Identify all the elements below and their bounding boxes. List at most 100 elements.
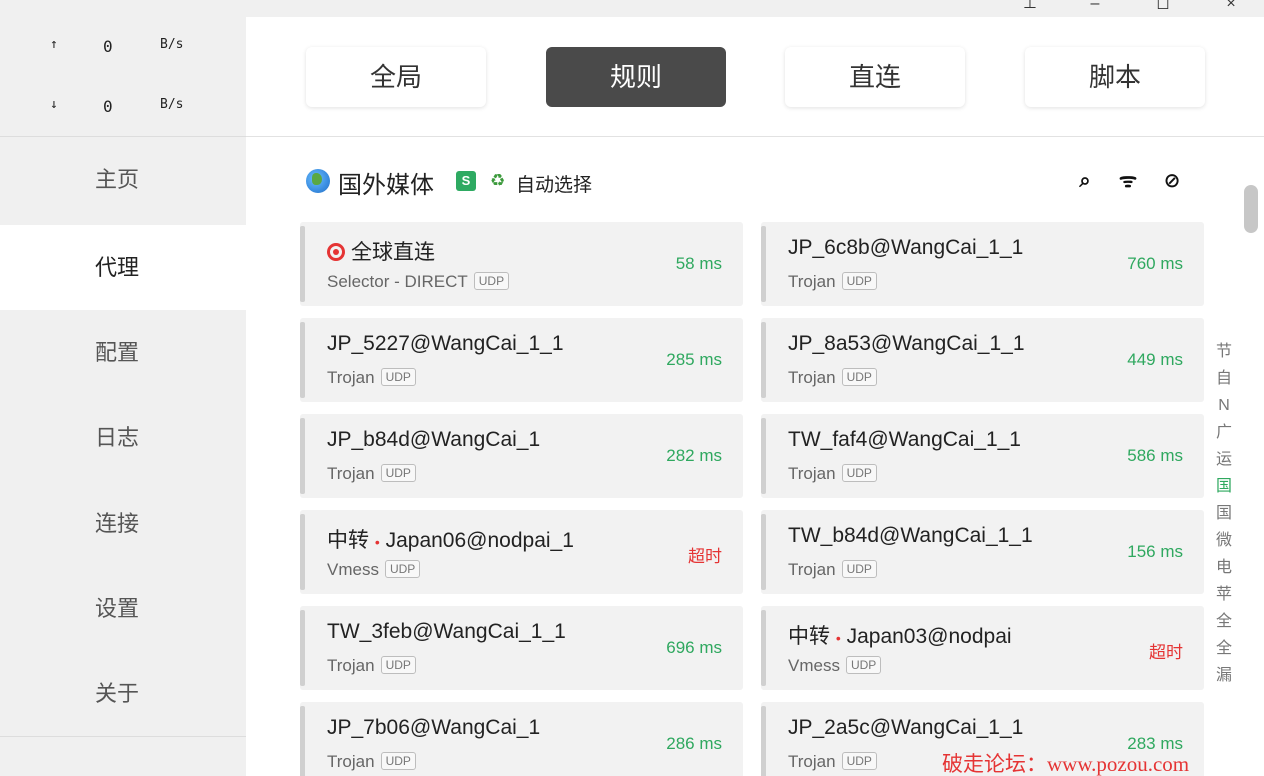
proxy-type-text: Trojan <box>327 368 375 387</box>
sidebar-item-logs[interactable]: 日志 <box>0 395 246 480</box>
proxy-card[interactable]: TW_faf4@WangCai_1_1 Trojan UDP 586 ms <box>761 414 1204 498</box>
strip-char[interactable]: 自 <box>1214 365 1234 392</box>
udp-badge: UDP <box>473 272 510 290</box>
mode-rule-button[interactable]: 规则 <box>546 47 726 107</box>
sidebar-item-home[interactable]: 主页 <box>0 137 246 222</box>
proxy-type: Trojan UDP <box>327 752 416 772</box>
group-type-badge: S <box>456 171 476 191</box>
card-indicator <box>761 610 766 686</box>
proxy-type-text: Vmess <box>327 560 379 579</box>
strip-char[interactable]: 广 <box>1214 419 1234 446</box>
hide-icon[interactable]: ⊘ <box>1158 167 1186 195</box>
proxy-name: JP_b84d@WangCai_1 <box>327 428 541 451</box>
card-indicator <box>300 514 305 590</box>
proxy-delay[interactable]: 156 ms <box>1127 542 1183 562</box>
proxy-delay[interactable]: 760 ms <box>1127 254 1183 274</box>
proxy-delay[interactable]: 449 ms <box>1127 350 1183 370</box>
search-delay-icon[interactable]: ⌕ <box>1071 167 1099 195</box>
sidebar-item-about[interactable]: 关于 <box>0 651 246 736</box>
strip-char[interactable]: 漏 <box>1214 662 1234 689</box>
download-speed: ↓ 0 B/s <box>0 97 246 121</box>
relay-label: 中转 <box>788 625 830 648</box>
proxy-card[interactable]: JP_7b06@WangCai_1 Trojan UDP 286 ms <box>300 702 743 776</box>
card-indicator <box>300 418 305 494</box>
upload-arrow-icon: ↑ <box>50 37 58 52</box>
proxy-type-text: Trojan <box>788 464 836 483</box>
mode-global-button[interactable]: 全局 <box>306 47 486 107</box>
strip-char[interactable]: 运 <box>1214 446 1234 473</box>
card-indicator <box>300 706 305 776</box>
proxy-card[interactable]: JP_b84d@WangCai_1 Trojan UDP 282 ms <box>300 414 743 498</box>
strip-char-active[interactable]: 国 <box>1214 473 1234 500</box>
proxy-delay-timeout[interactable]: 超时 <box>1149 638 1183 663</box>
proxy-type: Trojan UDP <box>788 368 877 388</box>
udp-badge: UDP <box>841 272 877 290</box>
side-index-strip: 节 自 N 广 运 国 国 微 电 苹 全 全 漏 <box>1214 338 1234 689</box>
proxy-card[interactable]: 全球直连 Selector - DIRECT UDP 58 ms <box>300 222 743 306</box>
strip-char[interactable]: 苹 <box>1214 581 1234 608</box>
proxy-group-header[interactable]: 国外媒体 S ♻ 自动选择 ⌕ ᯤ ⊘ <box>306 167 1206 199</box>
proxy-name: 全球直连 <box>327 236 435 266</box>
proxy-delay[interactable]: 285 ms <box>666 350 722 370</box>
proxy-card[interactable]: TW_3feb@WangCai_1_1 Trojan UDP 696 ms <box>300 606 743 690</box>
proxy-card[interactable]: 中转 • Japan03@nodpai Vmess UDP 超时 <box>761 606 1204 690</box>
proxy-name: 中转 • Japan06@nodpai_1 <box>327 524 574 554</box>
proxy-name: JP_8a53@WangCai_1_1 <box>788 332 1025 355</box>
proxy-delay[interactable]: 586 ms <box>1127 446 1183 466</box>
proxy-type: Trojan UDP <box>788 752 877 772</box>
proxy-delay[interactable]: 286 ms <box>666 734 722 754</box>
proxy-type: Trojan UDP <box>788 560 877 580</box>
proxy-card[interactable]: 中转 • Japan06@nodpai_1 Vmess UDP 超时 <box>300 510 743 594</box>
strip-char[interactable]: 国 <box>1214 500 1234 527</box>
sidebar-item-proxy[interactable]: 代理 <box>0 225 246 310</box>
proxy-delay-timeout[interactable]: 超时 <box>688 542 722 567</box>
status-dot: • <box>374 534 380 550</box>
udp-badge: UDP <box>845 656 882 674</box>
strip-char[interactable]: 微 <box>1214 527 1234 554</box>
udp-badge: UDP <box>380 368 416 386</box>
main-panel: 全局 规则 直连 脚本 国外媒体 S ♻ 自动选择 ⌕ ᯤ ⊘ 全球直连 Sel… <box>246 17 1264 776</box>
proxy-card[interactable]: JP_6c8b@WangCai_1_1 Trojan UDP 760 ms <box>761 222 1204 306</box>
sidebar-item-settings[interactable]: 设置 <box>0 566 246 651</box>
udp-badge: UDP <box>841 752 877 770</box>
proxy-type: Trojan UDP <box>788 464 877 484</box>
proxy-name: TW_3feb@WangCai_1_1 <box>327 620 566 643</box>
strip-char[interactable]: 节 <box>1214 338 1234 365</box>
mode-direct-button[interactable]: 直连 <box>785 47 965 107</box>
strip-char[interactable]: N <box>1214 392 1234 419</box>
upload-speed: ↑ 0 B/s <box>0 37 246 61</box>
sidebar-bottom-divider <box>0 736 246 737</box>
minimize-button[interactable]: – <box>1075 0 1115 14</box>
proxy-name: JP_2a5c@WangCai_1_1 <box>788 716 1024 739</box>
download-unit: B/s <box>160 97 184 112</box>
title-bar: ⊥ – ◻ × <box>0 0 1264 17</box>
proxy-type: Trojan UDP <box>327 368 416 388</box>
proxy-card[interactable]: JP_5227@WangCai_1_1 Trojan UDP 285 ms <box>300 318 743 402</box>
card-indicator <box>761 706 766 776</box>
group-name: 国外媒体 <box>338 172 434 199</box>
proxy-delay[interactable]: 58 ms <box>676 254 722 274</box>
proxy-type: Trojan UDP <box>327 656 416 676</box>
strip-char[interactable]: 电 <box>1214 554 1234 581</box>
maximize-button[interactable]: ◻ <box>1143 0 1183 14</box>
udp-badge: UDP <box>380 464 416 482</box>
sidebar-item-profiles[interactable]: 配置 <box>0 310 246 395</box>
proxy-card[interactable]: JP_8a53@WangCai_1_1 Trojan UDP 449 ms <box>761 318 1204 402</box>
sidebar-item-connections[interactable]: 连接 <box>0 481 246 566</box>
strip-char[interactable]: 全 <box>1214 608 1234 635</box>
mode-script-button[interactable]: 脚本 <box>1025 47 1205 107</box>
proxy-card[interactable]: TW_b84d@WangCai_1_1 Trojan UDP 156 ms <box>761 510 1204 594</box>
card-indicator <box>761 514 766 590</box>
proxy-delay[interactable]: 282 ms <box>666 446 722 466</box>
proxy-type-text: Trojan <box>327 656 375 675</box>
proxy-type-text: Trojan <box>788 752 836 771</box>
pin-icon[interactable]: ⊥ <box>1010 0 1050 14</box>
proxy-type: Trojan UDP <box>327 464 416 484</box>
strip-char[interactable]: 全 <box>1214 635 1234 662</box>
wifi-icon[interactable]: ᯤ <box>1114 167 1142 195</box>
proxy-delay[interactable]: 696 ms <box>666 638 722 658</box>
close-button[interactable]: × <box>1211 0 1251 14</box>
target-icon <box>327 243 345 261</box>
scrollbar-thumb[interactable] <box>1244 185 1258 233</box>
proxy-type-text: Trojan <box>788 560 836 579</box>
